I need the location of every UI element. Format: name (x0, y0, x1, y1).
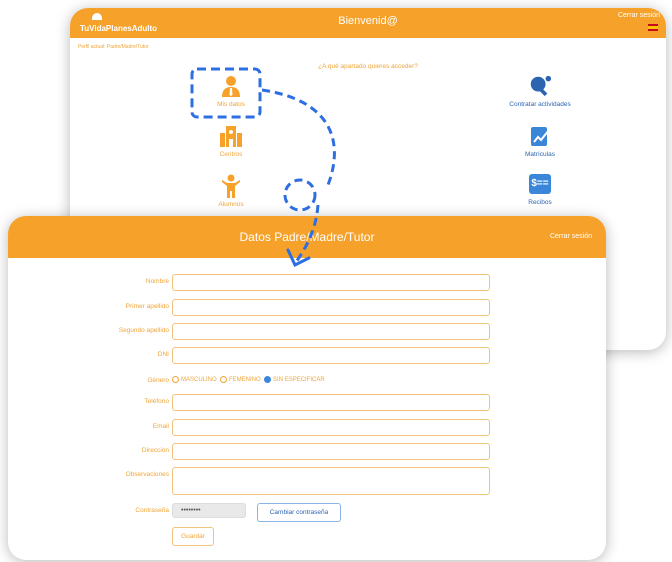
spain-flag-icon[interactable] (648, 24, 658, 31)
field-label: Contraseña (135, 507, 169, 514)
parent-data-form: Nombre Primer apellido Segundo apellido … (8, 0, 606, 562)
first-surname-input[interactable] (172, 299, 490, 316)
logout-link[interactable]: Cerrar sesión (618, 12, 660, 19)
field-label: Email (152, 423, 169, 430)
field-row: Email (8, 419, 606, 437)
field-row: DNI (8, 347, 606, 365)
email-input[interactable] (172, 419, 490, 436)
field-label: Dirección (141, 447, 169, 454)
save-button[interactable]: Guardar (172, 527, 214, 546)
field-label: Primer apellido (125, 303, 169, 310)
field-row: Observaciones (8, 467, 606, 497)
field-label: Género (147, 377, 169, 384)
phone-input[interactable] (172, 394, 490, 411)
field-label: Teléfono (144, 398, 169, 405)
password-input[interactable]: •••••••• (172, 503, 246, 518)
field-label: Observaciones (125, 471, 169, 478)
gender-option-female[interactable]: FEMENINO (220, 376, 261, 383)
dni-input[interactable] (172, 347, 490, 364)
second-surname-input[interactable] (172, 323, 490, 340)
name-input[interactable] (172, 274, 490, 291)
field-row: Teléfono (8, 394, 606, 412)
observations-textarea[interactable] (172, 467, 490, 495)
field-row: Segundo apellido (8, 323, 606, 341)
field-row: Nombre (8, 274, 606, 292)
gender-row: Género MASCULINO FEMENINO SIN ESPECIFICA… (8, 373, 606, 391)
gender-option-unspecified[interactable]: SIN ESPECIFICAR (264, 376, 325, 383)
field-label: DNI (157, 351, 169, 358)
field-label: Nombre (145, 278, 169, 285)
address-input[interactable] (172, 443, 490, 460)
field-row: Dirección (8, 443, 606, 461)
change-password-button[interactable]: Cambiar contraseña (257, 503, 341, 522)
field-row: Primer apellido (8, 299, 606, 317)
gender-option-male[interactable]: MASCULINO (172, 376, 217, 383)
field-label: Segundo apellido (118, 327, 169, 334)
gender-radio-group: MASCULINO FEMENINO SIN ESPECIFICAR (172, 376, 325, 383)
